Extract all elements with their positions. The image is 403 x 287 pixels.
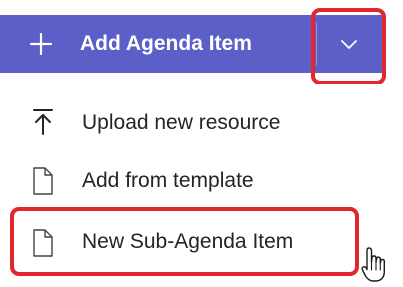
upload-icon [33, 109, 53, 135]
menu-item-upload-new-resource[interactable]: Upload new resource [0, 94, 403, 152]
document-icon [33, 167, 53, 195]
plus-icon [29, 32, 53, 56]
menu-item-label: Upload new resource [82, 111, 281, 134]
sub-agenda-highlight-box [10, 207, 359, 276]
hand-pointer-icon [361, 247, 385, 282]
menu-item-add-from-template[interactable]: Add from template [0, 153, 403, 211]
add-agenda-item-button[interactable]: Add Agenda Item [0, 15, 312, 73]
menu-item-label: Add from template [82, 169, 254, 192]
screenshot-stage: Add Agenda Item Upload new resource Add … [0, 0, 403, 287]
add-agenda-item-label: Add Agenda Item [80, 32, 252, 55]
dropdown-highlight-box [311, 8, 386, 85]
